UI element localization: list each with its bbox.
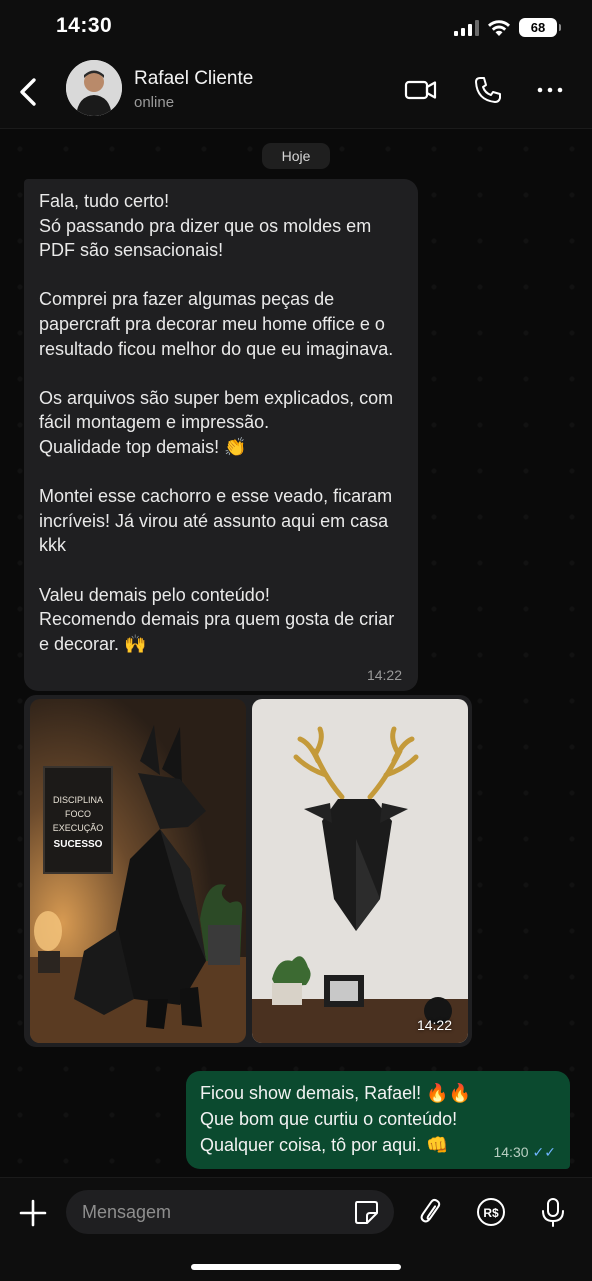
composer: R$ [0, 1177, 592, 1281]
chat-area[interactable]: Hoje Fala, tudo certo! Só passando pra d… [0, 129, 592, 1177]
back-icon[interactable] [14, 72, 44, 112]
outgoing-message-meta: 14:30 ✓✓ [493, 1144, 556, 1161]
more-icon[interactable] [533, 73, 567, 107]
wifi-icon [488, 20, 510, 36]
signal-icon [454, 20, 479, 36]
incoming-message-time: 14:22 [366, 667, 402, 683]
date-chip: Hoje [262, 143, 330, 169]
incoming-message[interactable]: Fala, tudo certo! Só passando pra dizer … [24, 179, 418, 691]
outgoing-message[interactable]: Ficou show demais, Rafael! 🔥🔥 Que bom qu… [186, 1071, 570, 1169]
avatar[interactable] [66, 60, 122, 116]
poster-line-3: EXECUÇÃO [53, 823, 104, 833]
photo-deer[interactable]: 14:22 [252, 699, 468, 1043]
mic-icon[interactable] [537, 1196, 569, 1228]
phone-icon[interactable] [471, 73, 505, 107]
svg-text:R$: R$ [483, 1206, 499, 1220]
poster-line-1: DISCIPLINA [53, 795, 103, 805]
outgoing-message-text: Ficou show demais, Rafael! 🔥🔥 Que bom qu… [200, 1083, 471, 1155]
contact-status: online [134, 94, 175, 111]
read-ticks-icon: ✓✓ [532, 1144, 556, 1160]
video-call-icon[interactable] [404, 73, 438, 107]
sticker-icon[interactable] [352, 1198, 380, 1226]
message-input[interactable] [66, 1190, 394, 1234]
attach-icon[interactable] [416, 1196, 448, 1228]
battery-icon: 68 [519, 18, 561, 37]
plus-icon[interactable] [18, 1198, 48, 1228]
photo-dog[interactable]: DISCIPLINA FOCO EXECUÇÃO SUCESSO [30, 699, 246, 1043]
home-indicator [191, 1264, 401, 1270]
avatar-photo [66, 60, 122, 116]
poster-line-2: FOCO [65, 809, 91, 819]
payment-icon[interactable]: R$ [475, 1196, 507, 1228]
photo-album-time: 14:22 [416, 1017, 452, 1033]
outgoing-message-time: 14:30 [493, 1144, 529, 1160]
status-bar: 14:30 68 [0, 0, 592, 56]
status-time: 14:30 [56, 14, 113, 37]
incoming-message-text: Fala, tudo certo! Só passando pra dizer … [39, 191, 395, 654]
photo-album[interactable]: DISCIPLINA FOCO EXECUÇÃO SUCESSO 14:22 [24, 695, 472, 1047]
poster-line-4: SUCESSO [54, 839, 103, 850]
contact-name[interactable]: Rafael Cliente [134, 68, 253, 90]
chat-header: Rafael Cliente online [0, 56, 592, 129]
